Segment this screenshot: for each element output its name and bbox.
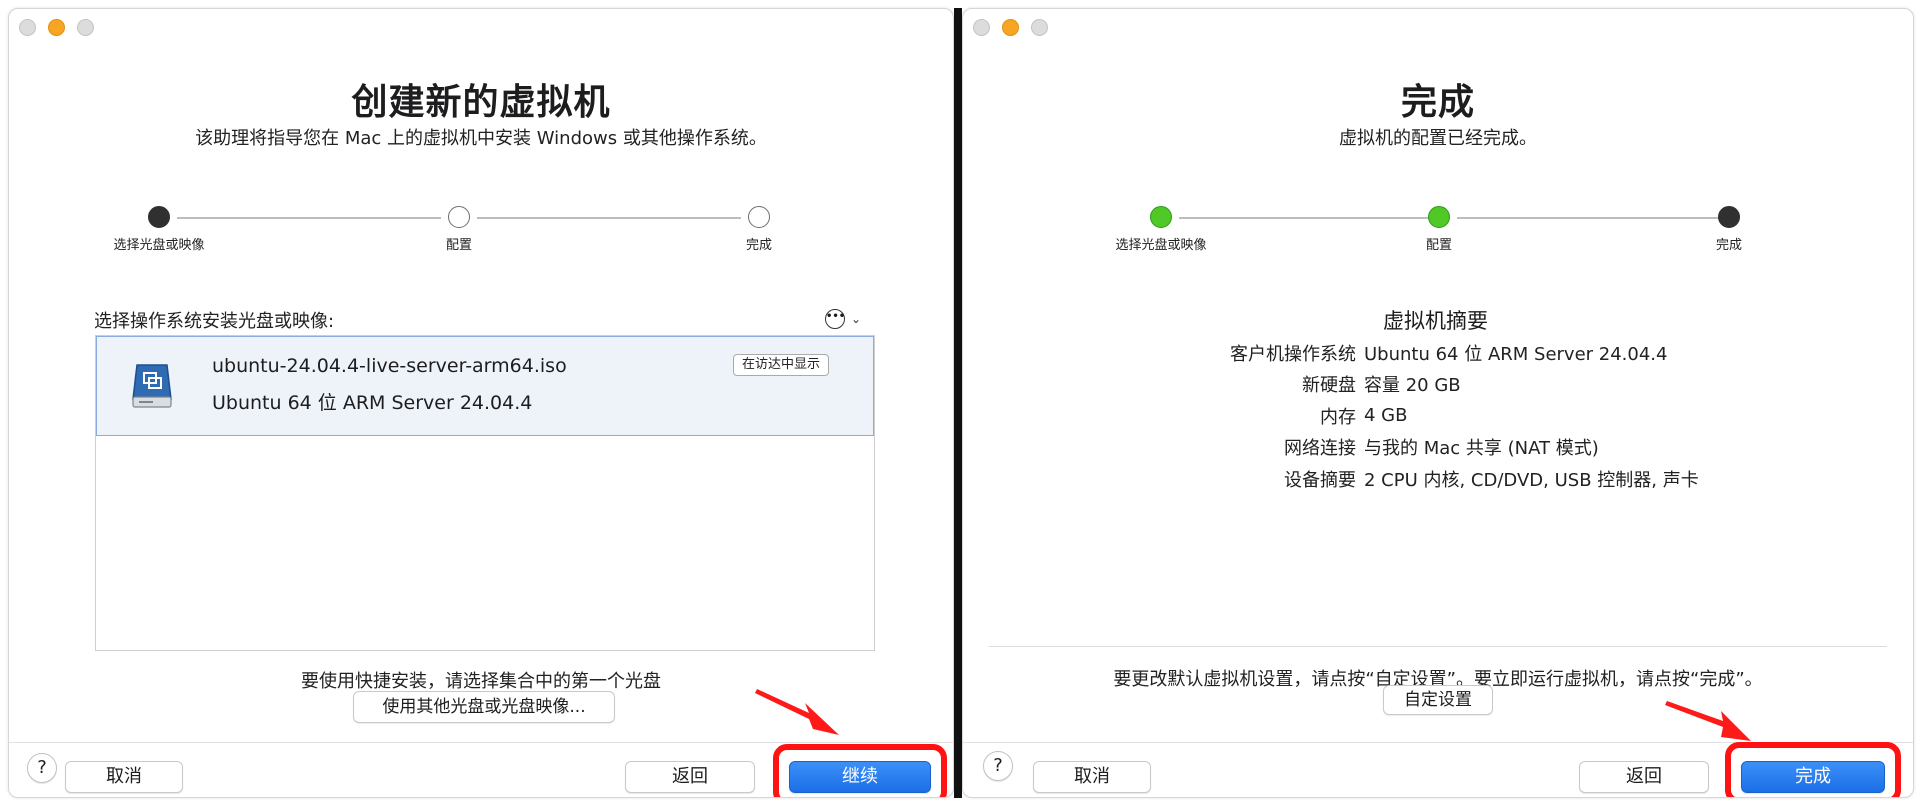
summary-value: 容量 20 GB: [1364, 375, 1461, 397]
close-window-button[interactable]: [19, 19, 36, 36]
customize-settings-button[interactable]: 自定设置: [1383, 685, 1493, 715]
disk-list-label: 选择操作系统安装光盘或映像:: [94, 311, 335, 332]
step-label: 配置: [1425, 238, 1452, 253]
step-label: 配置: [445, 238, 472, 253]
summary-value: 4 GB: [1364, 405, 1408, 427]
step-indicator: 选择光盘或映像 配置 完成: [113, 205, 799, 265]
step-select-disk: 选择光盘或映像: [1061, 205, 1261, 253]
page-subtitle: 虚拟机的配置已经完成。: [1339, 128, 1537, 149]
list-item[interactable]: ubuntu-24.04.4-live-server-arm64.iso Ubu…: [96, 336, 874, 436]
summary-title: 虚拟机摘要: [1383, 309, 1488, 333]
step-label: 选择光盘或映像: [1115, 238, 1207, 253]
use-other-disk-button[interactable]: 使用其他光盘或光盘映像...: [353, 691, 615, 723]
step-label: 完成: [1715, 238, 1742, 253]
summary-value: 2 CPU 内核, CD/DVD, USB 控制器, 声卡: [1364, 469, 1699, 491]
window-separator: [954, 8, 962, 798]
step-dot-done: [1428, 206, 1450, 228]
close-window-button[interactable]: [973, 19, 990, 36]
red-arrow-icon: [755, 689, 839, 735]
summary-row: 设备摘要 2 CPU 内核, CD/DVD, USB 控制器, 声卡: [1133, 463, 1833, 495]
chevron-down-icon: ⌄: [851, 312, 862, 326]
page-subtitle: 该助理将指导您在 Mac 上的虚拟机中安装 Windows 或其他操作系统。: [195, 128, 767, 149]
highlight-box: [1725, 742, 1901, 797]
minimize-window-button[interactable]: [48, 19, 65, 36]
summary-row: 网络连接 与我的 Mac 共享 (NAT 模式): [1133, 432, 1833, 464]
highlight-box: [773, 744, 947, 797]
window-controls: [973, 19, 1048, 36]
summary-row: 新硬盘 容量 20 GB: [1133, 369, 1833, 401]
disk-image-list[interactable]: ubuntu-24.04.4-live-server-arm64.iso Ubu…: [95, 335, 875, 651]
zoom-window-button[interactable]: [1031, 19, 1048, 36]
iso-os-name: Ubuntu 64 位 ARM Server 24.04.4: [212, 392, 533, 414]
step-dot-pending: [448, 206, 470, 228]
step-label: 选择光盘或映像: [113, 238, 205, 253]
step-label: 完成: [745, 238, 772, 253]
step-dot-active: [1718, 206, 1740, 228]
cancel-button[interactable]: 取消: [1033, 761, 1151, 793]
summary-key: 设备摘要: [1284, 469, 1356, 491]
page-title: 完成: [1400, 82, 1475, 123]
red-arrow-icon: [1665, 701, 1751, 741]
summary-key: 内存: [1320, 406, 1356, 428]
help-button[interactable]: ?: [983, 751, 1013, 781]
back-button[interactable]: 返回: [625, 761, 755, 793]
step-select-disk: 选择光盘或映像: [59, 205, 259, 253]
summary-key: 网络连接: [1284, 438, 1356, 460]
window-controls: [19, 19, 94, 36]
summary-key: 客户机操作系统: [1230, 343, 1356, 365]
show-in-finder-button[interactable]: 在访达中显示: [733, 354, 830, 376]
footer-divider: [9, 742, 953, 743]
page-title: 创建新的虚拟机: [351, 82, 611, 123]
summary-value: Ubuntu 64 位 ARM Server 24.04.4: [1364, 343, 1668, 365]
summary-row: 内存 4 GB: [1133, 400, 1833, 432]
summary-value: 与我的 Mac 共享 (NAT 模式): [1364, 438, 1599, 460]
step-dot-active: [148, 206, 170, 228]
vm-finish-window: 完成 虚拟机的配置已经完成。 选择光盘或映像 配置 完成 虚拟机摘要 客户机操作…: [962, 8, 1914, 798]
back-button[interactable]: 返回: [1579, 761, 1709, 793]
new-vm-window: 创建新的虚拟机 该助理将指导您在 Mac 上的虚拟机中安装 Windows 或其…: [8, 8, 954, 798]
help-button[interactable]: ?: [27, 753, 57, 783]
summary-key: 新硬盘: [1302, 375, 1356, 397]
step-configure: 配置: [1339, 205, 1539, 253]
vm-summary: 客户机操作系统 Ubuntu 64 位 ARM Server 24.04.4 新…: [1133, 337, 1833, 495]
summary-row: 客户机操作系统 Ubuntu 64 位 ARM Server 24.04.4: [1133, 337, 1833, 369]
zoom-window-button[interactable]: [77, 19, 94, 36]
minimize-window-button[interactable]: [1002, 19, 1019, 36]
ellipsis-circle-icon: •••: [825, 309, 845, 329]
cancel-button[interactable]: 取消: [65, 761, 183, 793]
step-finish: 完成: [659, 205, 859, 253]
content-divider: [989, 646, 1887, 647]
step-indicator: 选择光盘或映像 配置 完成: [1115, 205, 1801, 265]
vmware-disk-icon: [132, 364, 172, 408]
step-finish: 完成: [1629, 205, 1829, 253]
step-configure: 配置: [359, 205, 559, 253]
step-dot-pending: [748, 206, 770, 228]
step-dot-done: [1150, 206, 1172, 228]
iso-filename: ubuntu-24.04.4-live-server-arm64.iso: [212, 355, 567, 377]
more-options-button[interactable]: ••• ⌄: [825, 309, 861, 329]
